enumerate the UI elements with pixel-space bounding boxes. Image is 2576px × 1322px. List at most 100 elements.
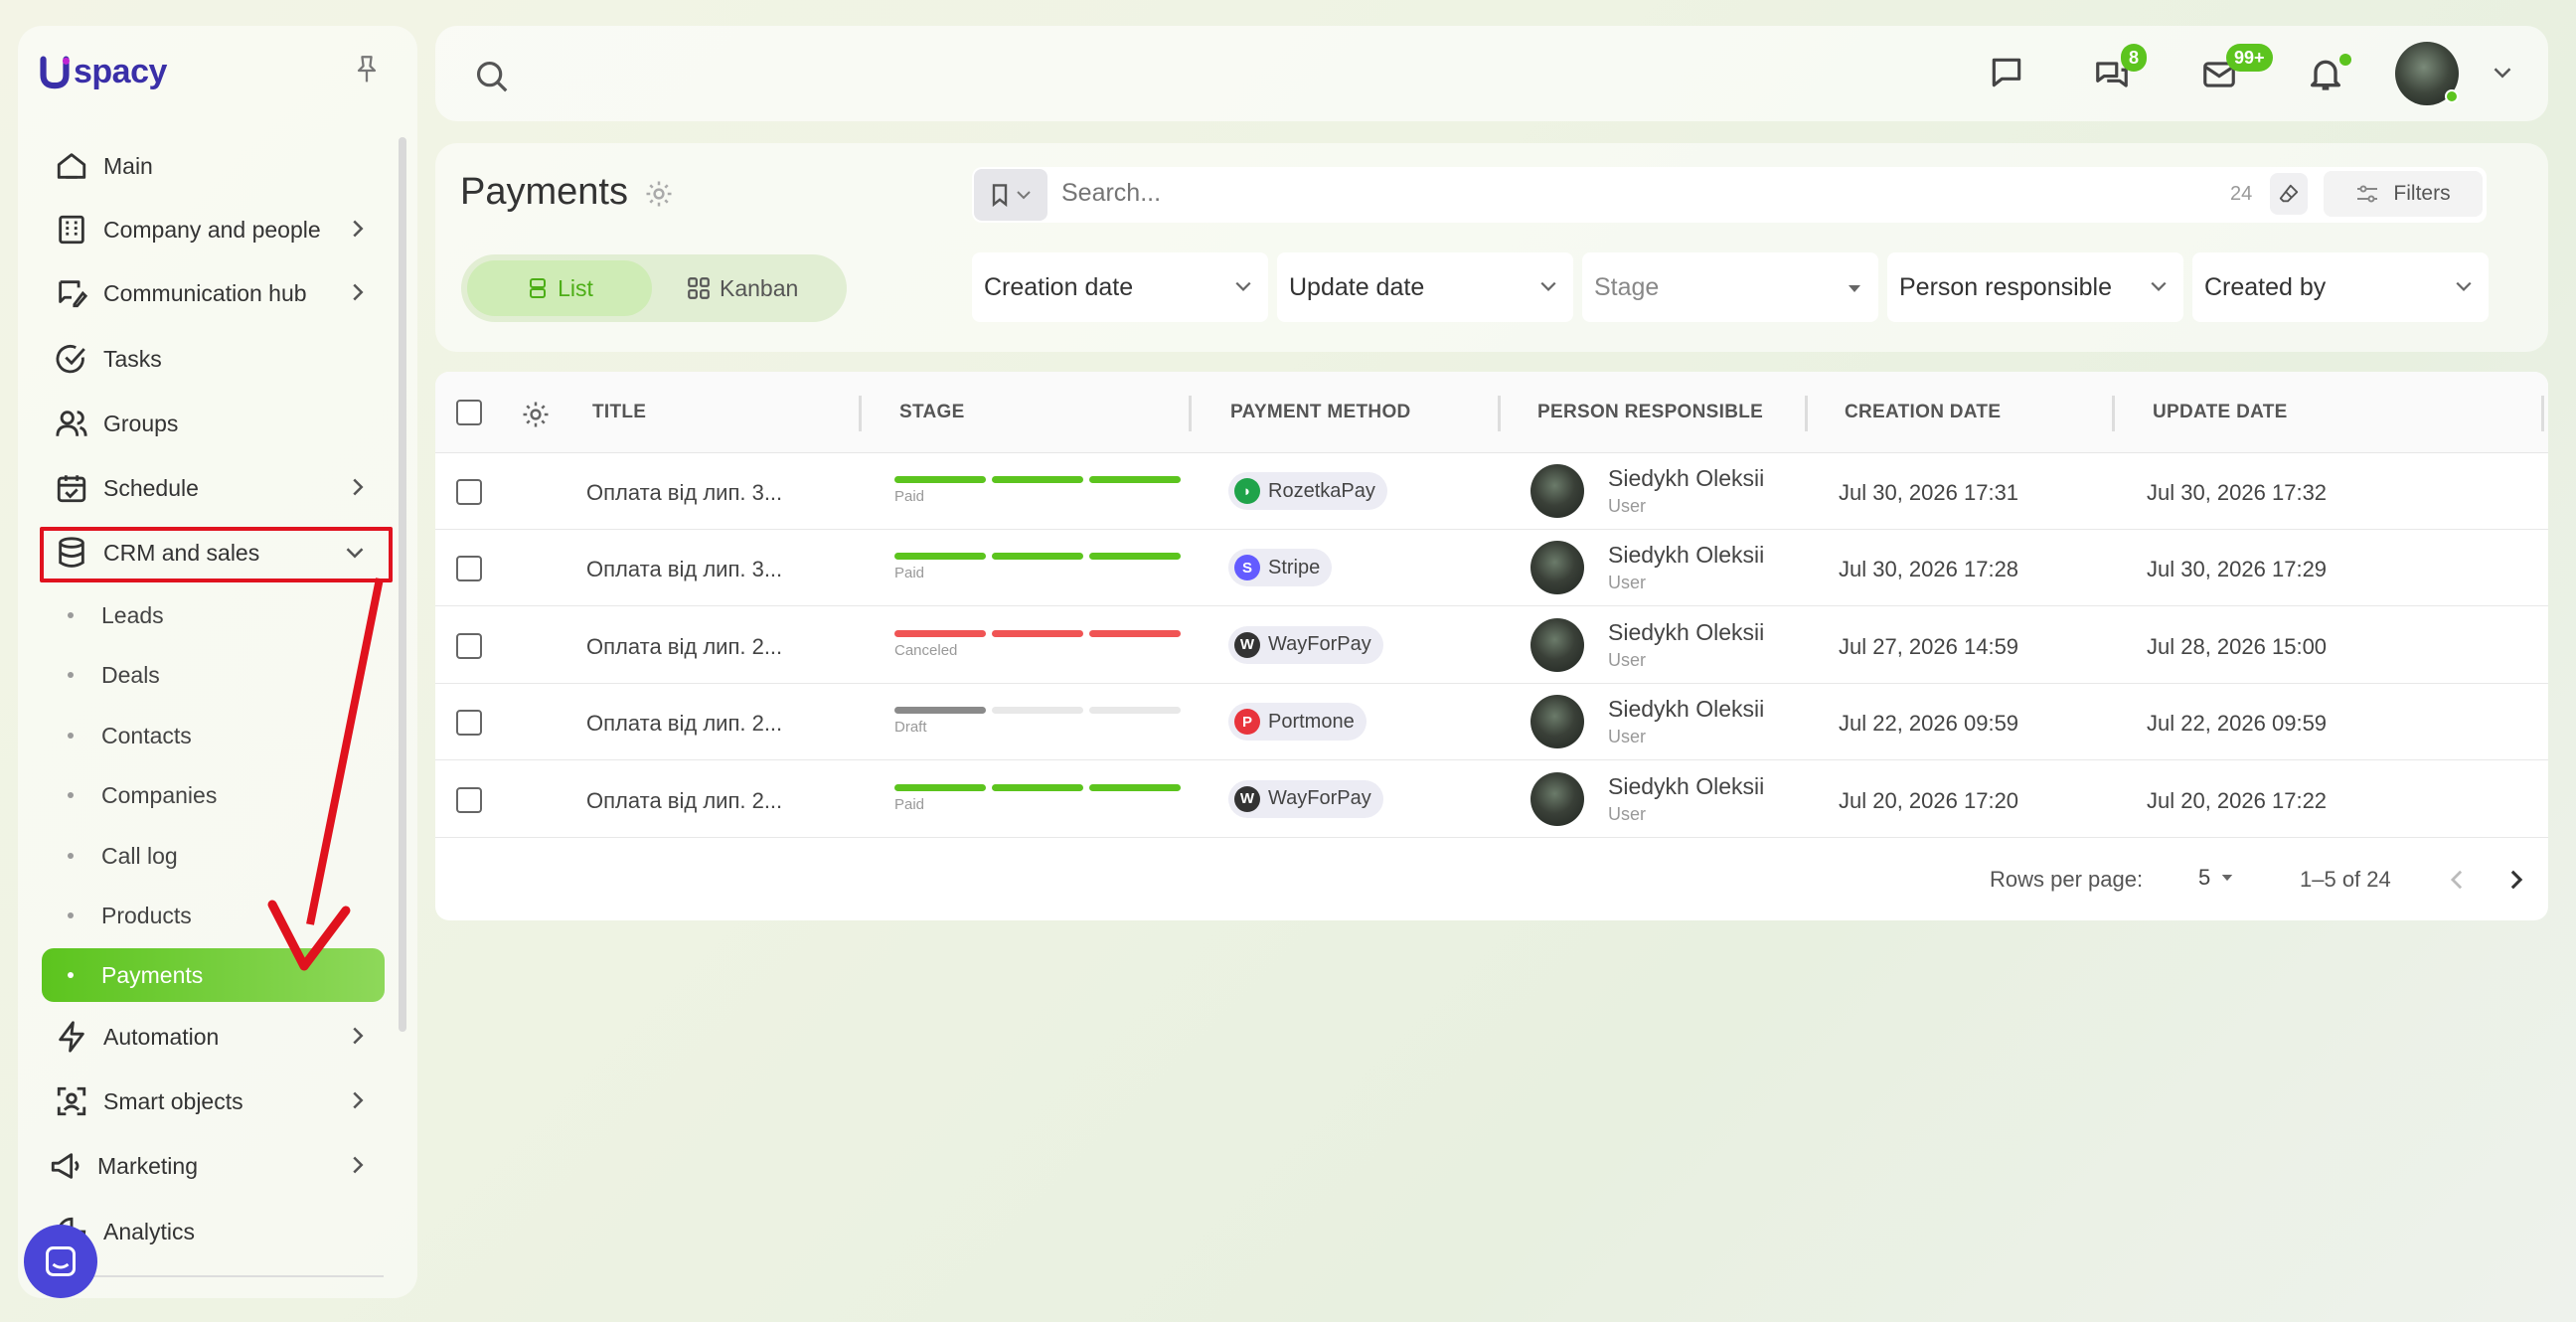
scan-icon: [52, 1081, 91, 1121]
sidebar-item-groups[interactable]: Groups: [42, 393, 385, 454]
sidebar-item-communication-hub[interactable]: Communication hub: [42, 262, 385, 324]
dropdown-label: Person responsible: [1899, 272, 2113, 301]
select-all-checkbox[interactable]: [456, 400, 482, 425]
column-header-person-responsible[interactable]: PERSON RESPONSIBLE: [1537, 402, 1763, 423]
column-resizer[interactable]: [2541, 396, 2544, 431]
column-resizer[interactable]: [1498, 396, 1501, 431]
notification-dot: [2339, 54, 2351, 66]
column-header-payment-method[interactable]: PAYMENT METHOD: [1230, 402, 1411, 423]
prev-page-icon[interactable]: [2449, 869, 2465, 891]
payment-method-label: WayForPay: [1268, 633, 1371, 656]
tab-list[interactable]: List: [467, 260, 652, 316]
app-logo[interactable]: spacy: [40, 52, 167, 91]
chevron-down-icon: [1235, 281, 1251, 291]
payment-method-label: WayForPay: [1268, 787, 1371, 810]
person-name[interactable]: Siedykh Oleksii: [1608, 542, 1764, 569]
column-resizer[interactable]: [859, 396, 862, 431]
cell-title[interactable]: Оплата від лип. 2...: [586, 634, 782, 660]
sidebar-item-automation[interactable]: Automation: [42, 1006, 385, 1068]
update-date-filter[interactable]: Update date: [1277, 252, 1573, 322]
column-header-title[interactable]: TITLE: [592, 402, 646, 423]
column-resizer[interactable]: [1805, 396, 1808, 431]
cell-update-date: Jul 30, 2026 17:32: [2147, 480, 2328, 505]
sidebar-item-main[interactable]: Main: [42, 135, 385, 197]
list-icon: [530, 278, 547, 298]
sidebar-item-company-and-people[interactable]: Company and people: [42, 199, 385, 260]
online-status-dot: [2445, 89, 2459, 103]
stage-label: Paid: [894, 488, 925, 505]
saved-filters-button[interactable]: [974, 169, 1047, 221]
cell-title[interactable]: Оплата від лип. 3...: [586, 557, 782, 582]
sidebar-item-tasks[interactable]: Tasks: [42, 328, 385, 390]
sidebar-subitem-label: Contacts: [101, 722, 192, 748]
row-checkbox[interactable]: [456, 786, 482, 813]
stage-segment: [1089, 629, 1181, 637]
payment-provider-icon: W: [1234, 631, 1260, 658]
chevron-right-icon: [353, 1091, 364, 1109]
rows-per-page-select[interactable]: 5: [2198, 865, 2234, 891]
bullet-icon: [68, 792, 74, 798]
person-role: User: [1608, 803, 1647, 824]
column-resizer[interactable]: [2112, 396, 2115, 431]
settings-gear-icon[interactable]: [644, 179, 674, 209]
sidebar-item-marketing[interactable]: Marketing: [42, 1135, 385, 1197]
row-checkbox[interactable]: [456, 556, 482, 582]
sidebar-item-smart-objects[interactable]: Smart objects: [42, 1071, 385, 1132]
column-header-creation-date[interactable]: CREATION DATE: [1845, 402, 2001, 423]
column-header-stage[interactable]: STAGE: [899, 402, 965, 423]
person-name[interactable]: Siedykh Oleksii: [1608, 696, 1764, 723]
stage-segment: [1089, 553, 1181, 561]
column-settings-icon[interactable]: [521, 400, 551, 429]
clear-search-button[interactable]: [2270, 173, 2308, 215]
next-page-icon[interactable]: [2508, 869, 2524, 891]
sidebar-item-schedule[interactable]: Schedule: [42, 457, 385, 519]
stage-segment: [992, 629, 1083, 637]
tab-kanban-label: Kanban: [720, 274, 799, 301]
stage-segment: [992, 707, 1083, 715]
search-input[interactable]: [1061, 179, 2214, 208]
created-by-filter[interactable]: Created by: [2192, 252, 2489, 322]
payment-method-label: Portmone: [1268, 710, 1355, 733]
eraser-icon: [2279, 184, 2299, 203]
stage-progress: [894, 783, 1181, 791]
pin-icon[interactable]: [353, 55, 381, 86]
bookmark-icon: [992, 184, 1008, 207]
message-icon[interactable]: [1988, 54, 2025, 91]
chevron-down-icon: [1017, 191, 1031, 200]
person-name[interactable]: Siedykh Oleksii: [1608, 773, 1764, 800]
cell-title[interactable]: Оплата від лип. 2...: [586, 788, 782, 814]
bolt-icon: [52, 1017, 91, 1057]
column-resizer[interactable]: [1189, 396, 1192, 431]
stage-filter[interactable]: Stage: [1582, 252, 1878, 322]
stage-segment: [1089, 707, 1181, 715]
person-name[interactable]: Siedykh Oleksii: [1608, 465, 1764, 492]
chevron-right-icon: [353, 478, 364, 496]
crm-highlight-box: [40, 527, 393, 582]
cell-creation-date: Jul 27, 2026 14:59: [1839, 633, 2019, 659]
cell-creation-date: Jul 30, 2026 17:31: [1839, 480, 2019, 505]
cell-creation-date: Jul 20, 2026 17:20: [1839, 787, 2019, 813]
creation-date-filter[interactable]: Creation date: [972, 252, 1268, 322]
filters-button[interactable]: Filters: [2324, 171, 2483, 217]
person-role: User: [1608, 649, 1647, 670]
column-header-update-date[interactable]: UPDATE DATE: [2153, 402, 2288, 423]
row-checkbox[interactable]: [456, 479, 482, 505]
bullet-icon: [68, 672, 74, 678]
cell-title[interactable]: Оплата від лип. 3...: [586, 480, 782, 506]
stage-label: Canceled: [894, 641, 958, 659]
sidebar-item-label: Communication hub: [103, 279, 307, 306]
cell-title[interactable]: Оплата від лип. 2...: [586, 711, 782, 737]
sidebar-scrollbar[interactable]: [399, 137, 406, 1032]
avatar: [1530, 464, 1584, 518]
tab-kanban[interactable]: Kanban: [686, 260, 835, 316]
chevron-down-icon[interactable]: [2493, 66, 2512, 80]
row-checkbox[interactable]: [456, 710, 482, 737]
bullet-icon: [68, 853, 74, 859]
chevron-down-icon: [1540, 281, 1556, 291]
search-icon[interactable]: [473, 58, 511, 95]
support-chat-button[interactable]: [24, 1225, 97, 1298]
sidebar-item-label: Marketing: [97, 1152, 198, 1179]
row-checkbox[interactable]: [456, 632, 482, 659]
person-responsible-filter[interactable]: Person responsible: [1887, 252, 2183, 322]
person-name[interactable]: Siedykh Oleksii: [1608, 619, 1764, 646]
